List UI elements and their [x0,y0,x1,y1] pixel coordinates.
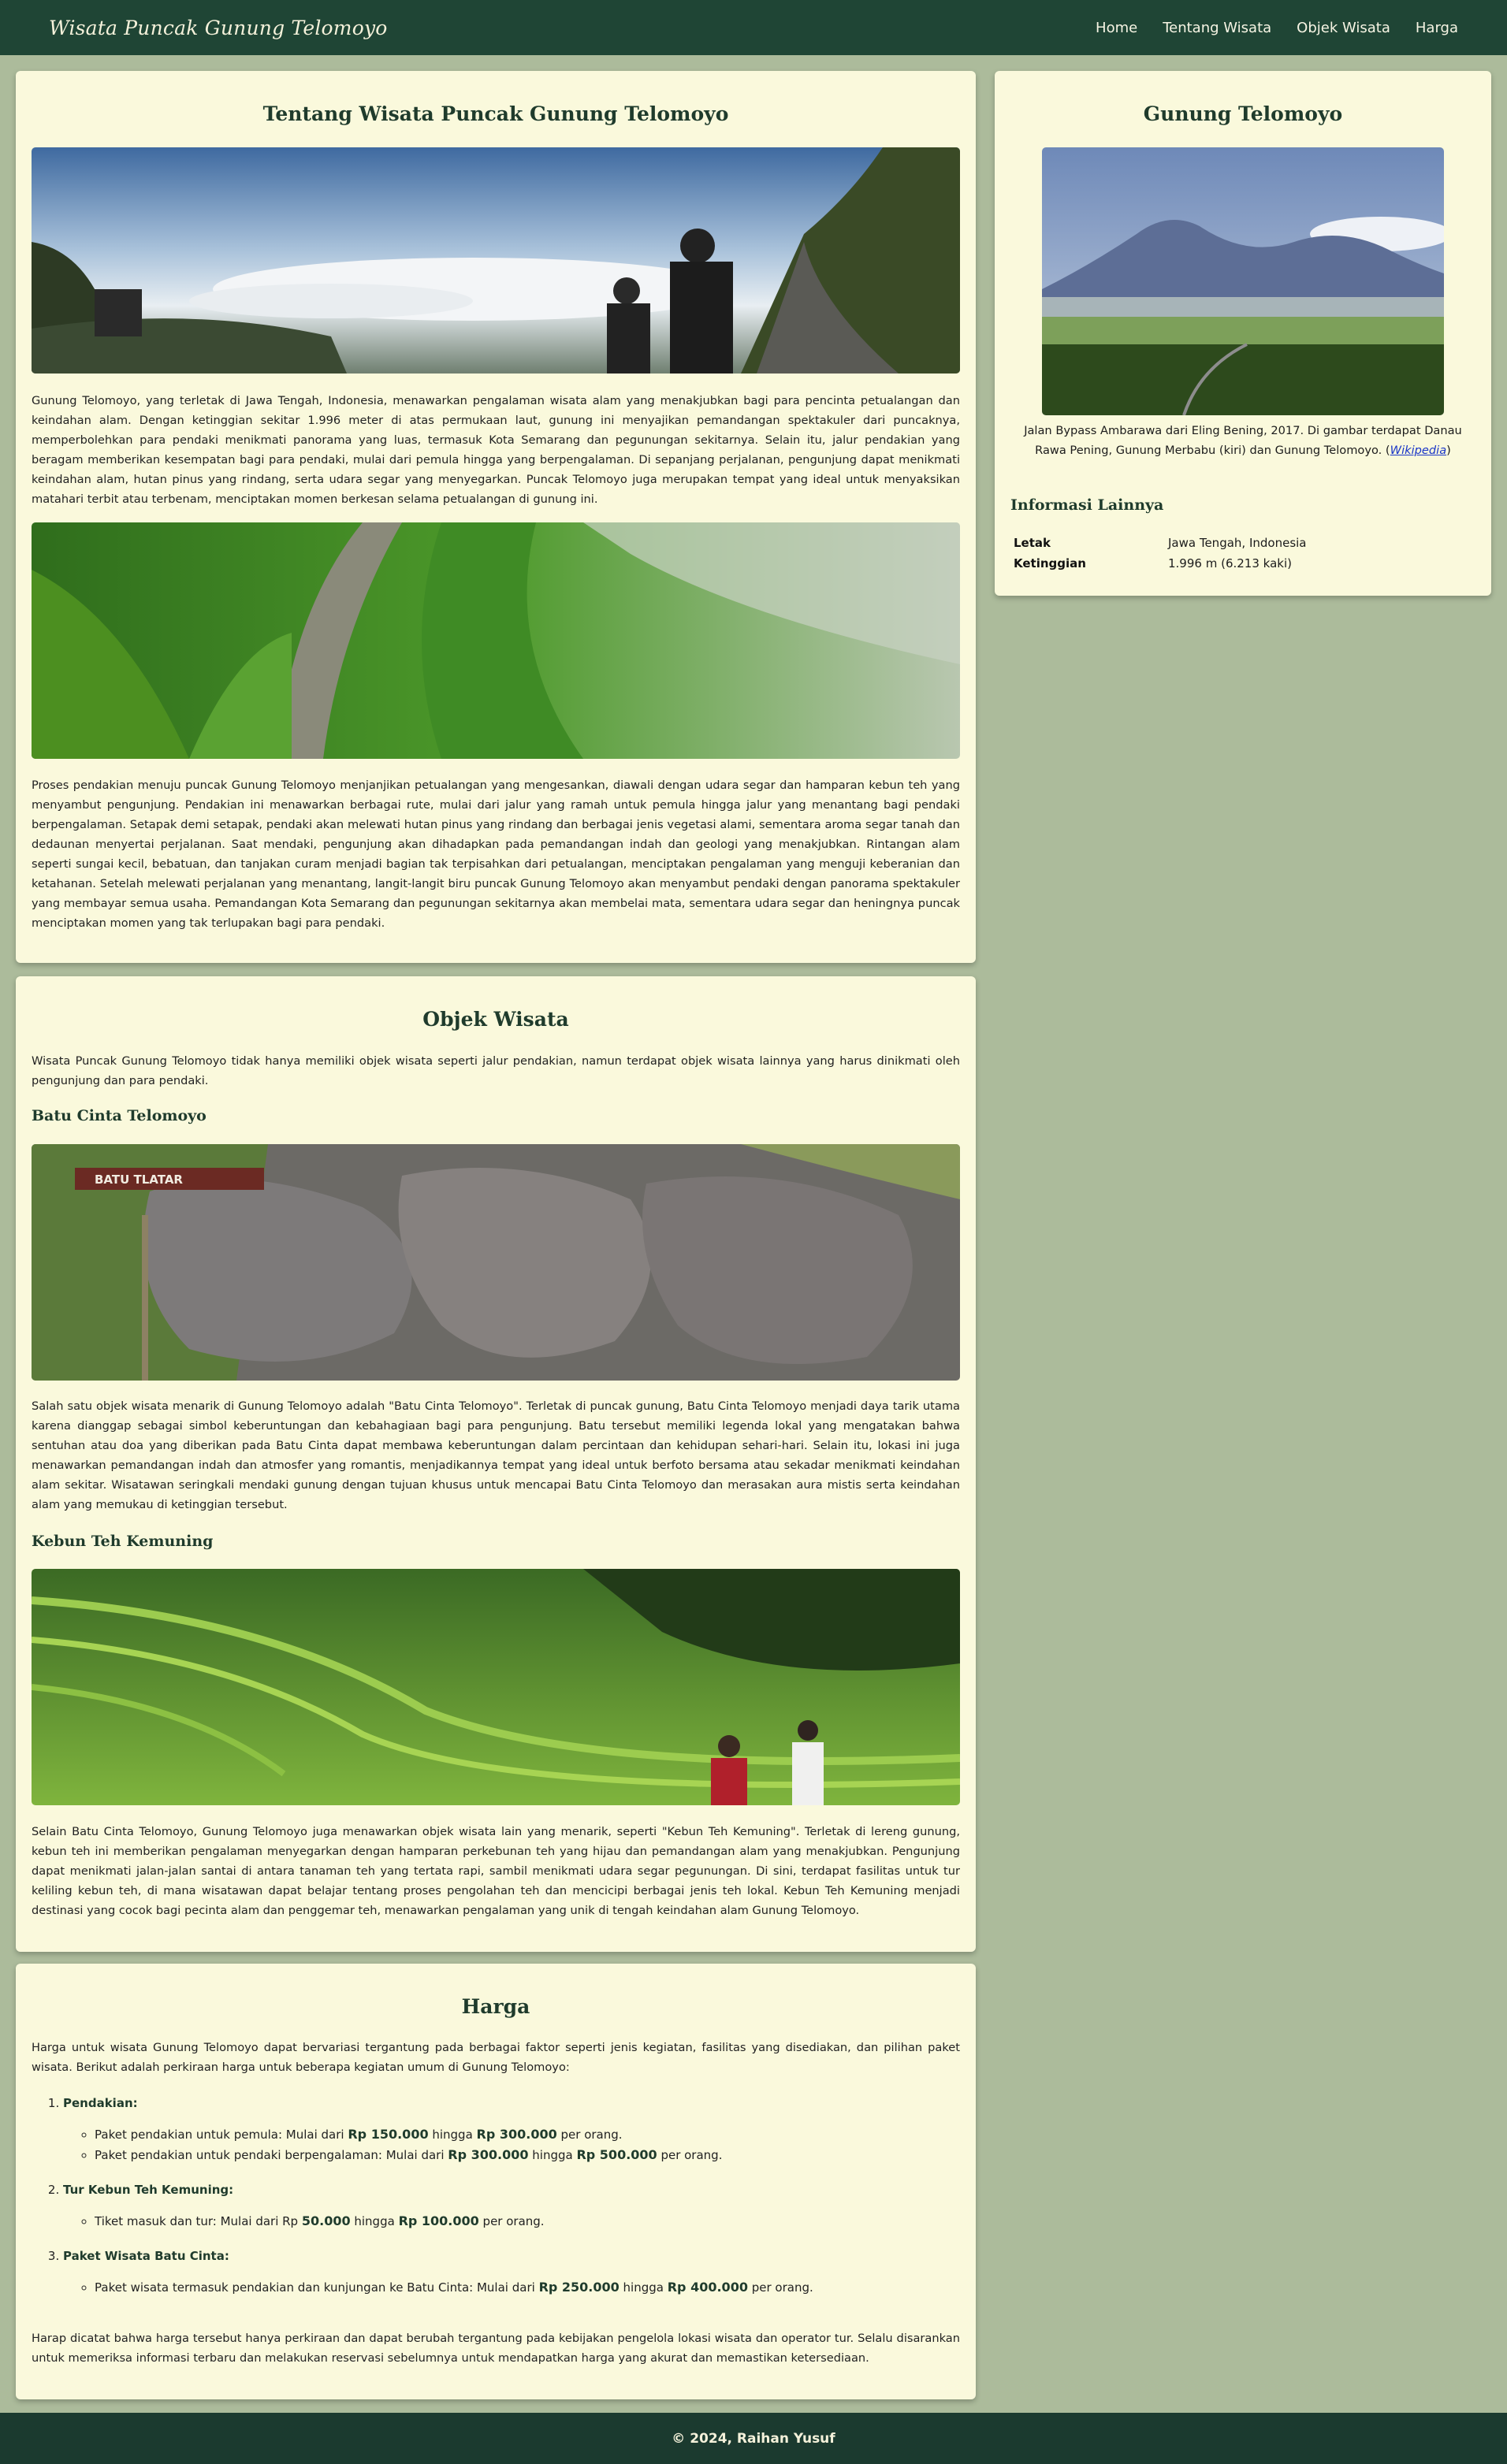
nav-tentang-wisata[interactable]: Tentang Wisata [1163,20,1271,36]
price-item: Paket pendakian untuk pendaki berpengala… [95,2145,960,2165]
harga-intro: Harga untuk wisata Gunung Telomoyo dapat… [32,2041,960,2074]
site-brand[interactable]: Wisata Puncak Gunung Telomoyo [49,17,388,39]
nav-home[interactable]: Home [1096,20,1137,36]
price-item: Paket wisata termasuk pendakian dan kunj… [95,2277,960,2298]
batu-cinta-title: Batu Cinta Telomoyo [32,1107,207,1124]
harga-title: Harga [461,1995,530,2018]
infobox-title: Gunung Telomoyo [1143,102,1343,125]
info-table: Letak Jawa Tengah, Indonesia Ketinggian … [1010,533,1310,574]
objek-title: Objek Wisata [422,1008,569,1031]
mountain-infobox: Gunung Telomoyo Jalan Bypass Ambarawa da… [995,71,1491,596]
batu-sign-text: BATU TLATAR [95,1173,183,1187]
objek-intro: Wisata Puncak Gunung Telomoyo tidak hany… [32,1054,960,1087]
harga-note: Harap dicatat bahwa harga tersebut hanya… [32,2332,960,2365]
nav-objek-wisata[interactable]: Objek Wisata [1297,20,1390,36]
batu-cinta-photo: BATU TLATAR [32,1144,960,1381]
harga-section: Harga Harga untuk wisata Gunung Telomoyo… [16,1964,976,2399]
list-item: Tur Kebun Teh Kemuning: Tiket masuk dan … [63,2183,960,2232]
row-key-ketinggian: Ketinggian [1014,556,1086,570]
objek-wisata-section: Objek Wisata Wisata Puncak Gunung Telomo… [16,976,976,1952]
kebun-teh-text: Selain Batu Cinta Telomoyo, Gunung Telom… [32,1825,960,1917]
hiking-trail-photo [32,522,960,759]
table-row: Letak Jawa Tengah, Indonesia [1010,533,1310,553]
about-paragraph-1: Gunung Telomoyo, yang terletak di Jawa T… [32,394,960,506]
nav-harga[interactable]: Harga [1416,20,1458,36]
list-item: Pendakian: Paket pendakian untuk pemula:… [63,2096,960,2165]
list-item: Paket Wisata Batu Cinta: Paket wisata te… [63,2249,960,2298]
price-item: Tiket masuk dan tur: Mulai dari Rp 50.00… [95,2211,960,2232]
site-header: Wisata Puncak Gunung Telomoyo Home Tenta… [0,0,1507,55]
main-nav: Home Tentang Wisata Objek Wisata Harga [1096,20,1458,36]
site-footer: © 2024, Raihan Yusuf [0,2413,1507,2464]
row-value-ketinggian: 1.996 m (6.213 kaki) [1168,556,1292,570]
panorama-photo [32,147,960,374]
row-key-letak: Letak [1014,536,1051,550]
price-item: Paket pendakian untuk pemula: Mulai dari… [95,2124,960,2145]
info-subtitle: Informasi Lainnya [1010,496,1164,514]
row-value-letak: Jawa Tengah, Indonesia [1168,536,1307,550]
photo-caption: Jalan Bypass Ambarawa dari Eling Bening,… [1024,424,1462,457]
about-section: Tentang Wisata Puncak Gunung Telomoyo Gu… [16,71,976,963]
category-pendakian: Pendakian: [63,2096,138,2110]
telomoyo-landscape-photo [1042,147,1444,415]
kebun-teh-title: Kebun Teh Kemuning [32,1533,214,1550]
category-batu-cinta: Paket Wisata Batu Cinta: [63,2249,229,2263]
about-title: Tentang Wisata Puncak Gunung Telomoyo [262,102,729,125]
batu-cinta-text: Salah satu objek wisata menarik di Gunun… [32,1399,960,1511]
category-tur-kebun-teh: Tur Kebun Teh Kemuning: [63,2183,234,2197]
kebun-teh-photo [32,1569,960,1805]
wikipedia-link[interactable]: Wikipedia [1390,444,1447,457]
about-paragraph-2: Proses pendakian menuju puncak Gunung Te… [32,779,960,930]
price-list: Pendakian: Paket pendakian untuk pemula:… [32,2096,960,2315]
copyright-text: © 2024, Raihan Yusuf [672,2430,835,2447]
table-row: Ketinggian 1.996 m (6.213 kaki) [1010,553,1310,574]
